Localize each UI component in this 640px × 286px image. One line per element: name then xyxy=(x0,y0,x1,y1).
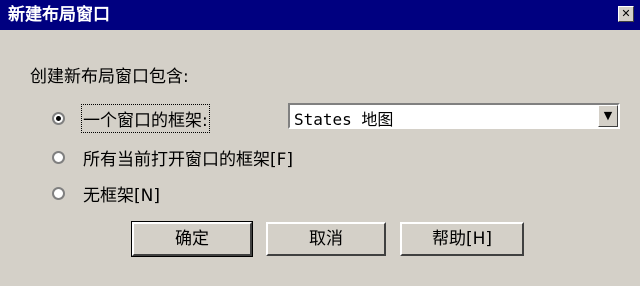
help-button[interactable]: 帮助[H] xyxy=(400,222,524,256)
ok-button[interactable]: 确定 xyxy=(131,221,253,257)
option-no-frame[interactable]: 无框架[N] xyxy=(52,181,160,206)
radio-no-frame[interactable] xyxy=(52,187,65,200)
radio-one-window-frame[interactable] xyxy=(52,112,65,125)
prompt-label: 创建新布局窗口包含: xyxy=(30,67,189,87)
window-select-value: States 地图 xyxy=(294,110,394,129)
new-layout-dialog: 新建布局窗口 ✕ 创建新布局窗口包含: 一个窗口的框架: States 地图 ▼… xyxy=(0,0,640,286)
cancel-button[interactable]: 取消 xyxy=(266,222,386,256)
option-one-window-frame-label: 一个窗口的框架: xyxy=(81,104,210,133)
dialog-title: 新建布局窗口 xyxy=(8,5,110,25)
window-select[interactable]: States 地图 ▼ xyxy=(288,103,620,129)
radio-all-open-windows[interactable] xyxy=(52,151,65,164)
title-bar: 新建布局窗口 ✕ xyxy=(0,0,640,30)
close-icon[interactable]: ✕ xyxy=(618,6,634,22)
chevron-down-icon[interactable]: ▼ xyxy=(598,105,618,127)
option-all-open-windows[interactable]: 所有当前打开窗口的框架[F] xyxy=(52,145,293,170)
option-one-window-frame[interactable]: 一个窗口的框架: xyxy=(52,104,210,133)
option-all-open-windows-label: 所有当前打开窗口的框架[F] xyxy=(83,150,294,170)
option-no-frame-label: 无框架[N] xyxy=(83,186,160,206)
